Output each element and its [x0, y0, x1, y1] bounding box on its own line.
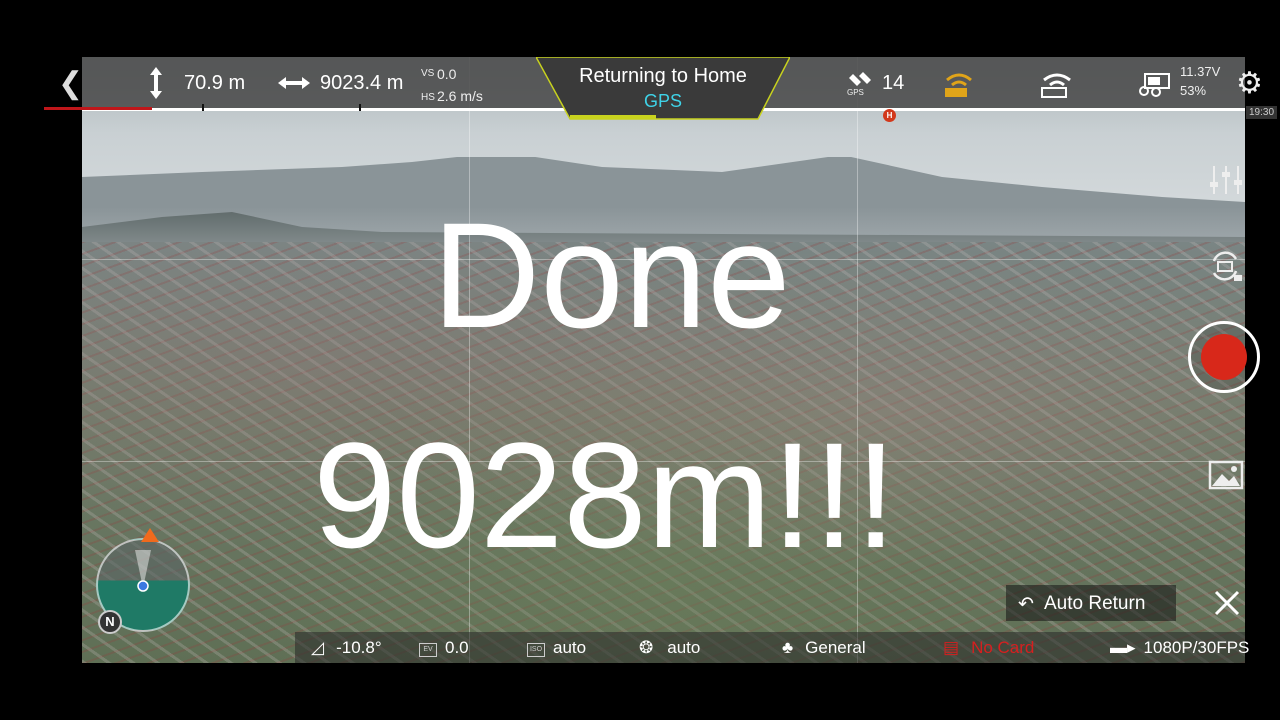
altitude-value: 70.9 m: [184, 72, 246, 94]
distance-value: 9023.4 m: [320, 72, 404, 94]
distance-icon: [278, 76, 310, 90]
home-point-marker: H: [883, 109, 896, 122]
record-button[interactable]: [1188, 321, 1260, 393]
record-dot: [1201, 334, 1247, 380]
ev-icon: EV: [419, 643, 437, 657]
sd-card-status[interactable]: ▤ No Card: [943, 638, 1034, 658]
aperture-icon: ❂: [639, 638, 654, 657]
sd-card-icon: ▤: [943, 638, 960, 657]
altitude-icon: [149, 67, 163, 99]
battery-icon: [1139, 71, 1173, 97]
battery-percent: 53%: [1180, 83, 1207, 98]
color-profile-setting[interactable]: ♣ General: [782, 638, 866, 658]
vs-value: 0.0: [437, 66, 457, 82]
hs-label: HS: [421, 92, 435, 103]
iso-setting[interactable]: ISO auto: [527, 638, 586, 658]
north-indicator: N: [98, 610, 122, 634]
camera-switch-icon[interactable]: [1206, 247, 1244, 285]
video-format-setting[interactable]: ▬▸ 1080P/30FPS: [1110, 638, 1249, 658]
shutter-value: auto: [667, 638, 701, 657]
iso-value: auto: [553, 638, 587, 657]
progress-line-red: [44, 107, 152, 110]
vs-label: VS: [421, 68, 435, 79]
wifi-warning-icon: [943, 70, 975, 98]
color-profile-icon: ♣: [782, 638, 794, 657]
rth-status-panel[interactable]: Returning to Home GPS: [536, 57, 790, 120]
sd-card-text: No Card: [971, 638, 1035, 657]
settings-gear-icon[interactable]: ⚙: [1236, 66, 1263, 101]
ev-setting[interactable]: EV 0.0: [419, 638, 469, 658]
clock: 19:30: [1246, 106, 1278, 119]
back-icon[interactable]: ❮: [58, 66, 83, 101]
gimbal-pitch-value: -10.8°: [336, 638, 382, 657]
shutter-setting[interactable]: ❂ auto: [639, 638, 700, 658]
iso-icon: ISO: [527, 643, 545, 657]
battery-voltage: 11.37V: [1180, 64, 1221, 79]
sliders-icon[interactable]: [1208, 162, 1244, 198]
gps-label: GPS: [847, 88, 864, 97]
overlay-line-1: Done: [432, 191, 791, 359]
image-transmission-icon: [1040, 70, 1074, 98]
rth-mode: GPS: [643, 91, 682, 111]
undo-icon: ↶: [1018, 594, 1034, 615]
auto-return-label[interactable]: Auto Return: [1044, 593, 1145, 615]
ev-value: 0.0: [445, 638, 469, 657]
gallery-icon[interactable]: [1208, 460, 1244, 490]
video-format-value: 1080P/30FPS: [1143, 638, 1250, 657]
tick: [359, 104, 361, 111]
color-profile-value: General: [805, 638, 866, 657]
hs-value: 2.6 m/s: [437, 88, 483, 104]
overlay-line-2: 9028m!!!: [313, 411, 897, 579]
video-camera-icon: ▬▸: [1110, 638, 1136, 657]
satellite-count: 14: [882, 72, 905, 94]
gimbal-pitch: ◿ -10.8°: [311, 638, 382, 658]
gimbal-icon: ◿: [311, 638, 325, 657]
rth-title: Returning to Home: [579, 65, 747, 87]
close-icon[interactable]: [1213, 589, 1241, 617]
aircraft-heading-icon: [141, 528, 159, 542]
tick: [202, 104, 204, 111]
